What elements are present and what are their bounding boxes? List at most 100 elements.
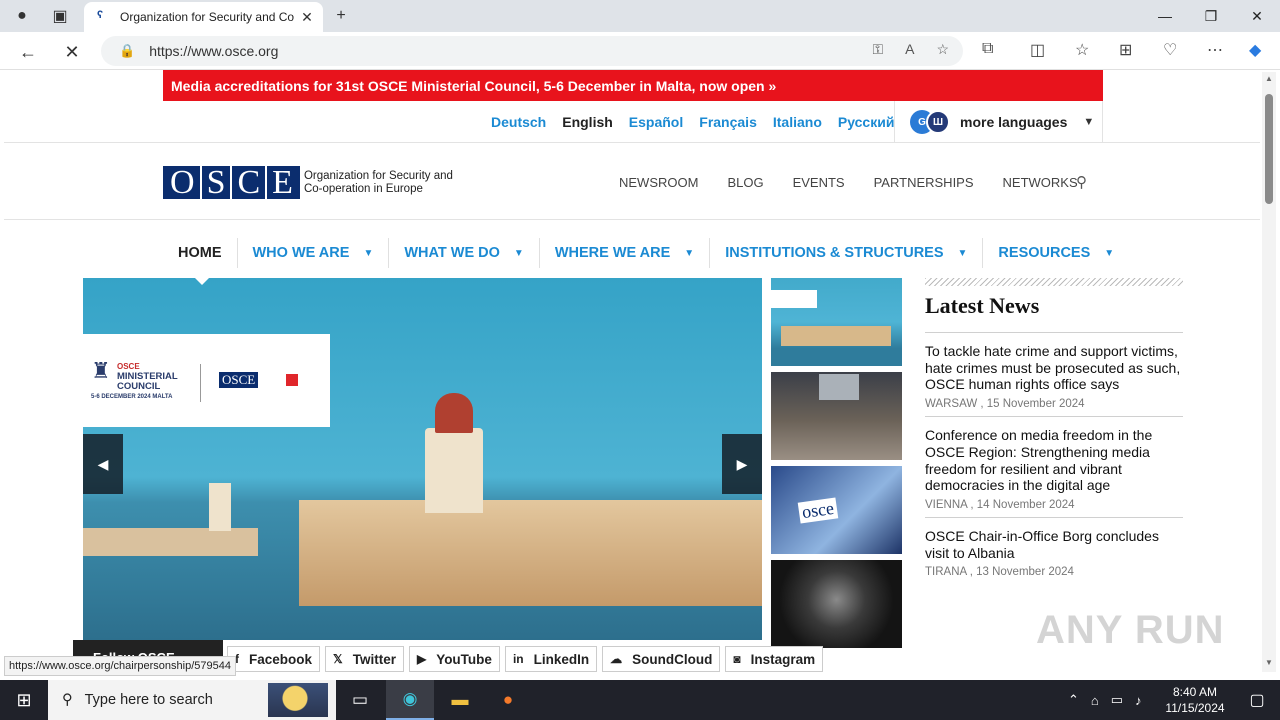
- news-meta: VIENNA , 14 November 2024: [925, 498, 1075, 511]
- page-scrollbar[interactable]: ▲ ▼: [1262, 72, 1276, 672]
- thumbnail-portrait[interactable]: [771, 560, 902, 648]
- lock-icon[interactable]: 🔒: [119, 43, 135, 59]
- news-meta: WARSAW , 15 November 2024: [925, 398, 1085, 411]
- carousel-prev-button[interactable]: ◀: [83, 434, 123, 494]
- extensions-icon[interactable]: ⧉: [982, 40, 1030, 60]
- ministerial-council-title: OSCE MINISTERIAL COUNCIL: [117, 362, 178, 392]
- mainnav-home[interactable]: HOME: [166, 238, 237, 268]
- search-icon[interactable]: ⚲: [1076, 173, 1087, 191]
- mainnav-institutions[interactable]: INSTITUTIONS & STRUCTURES ▼: [709, 238, 982, 268]
- firefox-icon[interactable]: ●: [484, 680, 532, 720]
- key-icon[interactable]: ⚿: [872, 41, 883, 58]
- favorite-star-icon[interactable]: ☆: [936, 41, 949, 58]
- lang-espanol[interactable]: Español: [629, 114, 683, 130]
- mainnav-what-we-do[interactable]: WHAT WE DO ▼: [388, 238, 538, 268]
- language-bar: Deutsch English Español Français Italian…: [4, 101, 1260, 143]
- scroll-down-icon[interactable]: ▼: [1265, 658, 1273, 667]
- caret-down-icon: ▼: [957, 247, 968, 259]
- close-tab-icon[interactable]: ✕: [299, 9, 315, 26]
- device-icon[interactable]: ⌂: [1091, 693, 1099, 708]
- thumbnail-malta-lighthouse[interactable]: [771, 278, 902, 366]
- minimize-icon[interactable]: —: [1142, 0, 1188, 32]
- twitter-link[interactable]: 𝕏 Twitter: [325, 646, 404, 672]
- search-icon: ⚲: [62, 692, 73, 708]
- profile-icon[interactable]: ●: [10, 4, 34, 28]
- scrollbar-thumb[interactable]: [1265, 94, 1273, 204]
- ministerial-council-card: ♜ OSCE MINISTERIAL COUNCIL 5-6 DECEMBER …: [83, 334, 330, 427]
- network-icon[interactable]: ▭: [1111, 692, 1123, 708]
- nav-networks[interactable]: NETWORKS: [1003, 175, 1078, 190]
- news-title[interactable]: To tackle hate crime and support victims…: [925, 343, 1183, 393]
- news-meta: TIRANA , 13 November 2024: [925, 566, 1074, 579]
- chevron-up-icon[interactable]: ⌃: [1068, 692, 1079, 708]
- file-explorer-icon[interactable]: ▬: [436, 680, 484, 720]
- soundcloud-link[interactable]: ☁ SoundCloud: [602, 646, 721, 672]
- news-item[interactable]: To tackle hate crime and support victims…: [925, 333, 1183, 418]
- more-languages-dropdown[interactable]: G Ш more languages ▼: [910, 110, 1094, 134]
- taskbar-clock[interactable]: 8:40 AM 11/15/2024: [1160, 684, 1230, 716]
- mainnav-who-we-are[interactable]: WHO WE ARE ▼: [236, 238, 389, 268]
- carousel-next-button[interactable]: ▶: [722, 434, 762, 494]
- news-title[interactable]: OSCE Chair-in-Office Borg concludes visi…: [925, 528, 1183, 561]
- lang-italiano[interactable]: Italiano: [773, 114, 822, 130]
- carousel-thumbnails: osce: [771, 278, 902, 654]
- caret-down-icon: ▼: [684, 247, 695, 259]
- restore-icon[interactable]: ❐: [1188, 0, 1234, 32]
- news-item[interactable]: Conference on media freedom in the OSCE …: [925, 417, 1183, 518]
- facebook-link[interactable]: f Facebook: [227, 646, 321, 672]
- lang-francais[interactable]: Français: [699, 114, 757, 130]
- stop-loading-icon[interactable]: ✕: [58, 38, 86, 66]
- news-item[interactable]: OSCE Chair-in-Office Borg concludes visi…: [925, 518, 1183, 584]
- lang-russian[interactable]: Русский: [838, 114, 895, 130]
- osce-logo-text: Organization for Security and Co-operati…: [303, 170, 453, 195]
- close-window-icon[interactable]: ✕: [1234, 0, 1280, 32]
- lighthouse-tower: [425, 428, 483, 513]
- edge-browser-icon[interactable]: ◉: [386, 680, 434, 720]
- media-accreditation-banner[interactable]: Media accreditations for 31st OSCE Minis…: [163, 70, 1103, 101]
- more-menu-icon[interactable]: ⋯: [1207, 40, 1249, 60]
- hero-carousel[interactable]: ♜ OSCE MINISTERIAL COUNCIL 5-6 DECEMBER …: [83, 278, 762, 640]
- split-screen-icon[interactable]: ◫: [1030, 40, 1075, 60]
- nav-newsroom[interactable]: NEWSROOM: [619, 175, 698, 190]
- linkedin-link[interactable]: in LinkedIn: [504, 646, 598, 672]
- latest-news: Latest News To tackle hate crime and sup…: [925, 278, 1183, 584]
- ministerial-council-date: 5-6 DECEMBER 2024 MALTA: [91, 394, 173, 400]
- lang-deutsch[interactable]: Deutsch: [491, 114, 546, 130]
- osce-logo[interactable]: OSCE Organization for Security and Co-op…: [163, 166, 453, 200]
- linkedin-icon: in: [512, 652, 524, 666]
- windows-start-icon[interactable]: ⊞: [0, 680, 48, 720]
- lang-english[interactable]: English: [562, 114, 613, 130]
- task-view-icon[interactable]: ▭: [336, 680, 384, 720]
- clock-time: 8:40 AM: [1172, 685, 1218, 699]
- volume-icon[interactable]: ♪: [1135, 693, 1142, 708]
- divider: [1102, 101, 1103, 143]
- new-tab-icon[interactable]: +: [329, 4, 353, 28]
- youtube-icon: ▶: [416, 652, 427, 666]
- favorites-icon[interactable]: ☆: [1075, 40, 1119, 60]
- youtube-link[interactable]: ▶ YouTube: [408, 646, 500, 672]
- tab-actions-icon[interactable]: ▣: [48, 4, 72, 28]
- social-links: f Facebook 𝕏 Twitter ▶ YouTube in LinkedIn ☁…: [227, 646, 824, 672]
- read-aloud-icon[interactable]: A: [905, 41, 914, 58]
- collections-icon[interactable]: ⊞: [1119, 40, 1163, 60]
- nav-blog[interactable]: BLOG: [727, 175, 763, 190]
- address-bar[interactable]: 🔒 https://www.osce.org ⚿ A ☆: [101, 36, 963, 66]
- scroll-up-icon[interactable]: ▲: [1265, 74, 1273, 83]
- notification-icon[interactable]: ▢: [1234, 680, 1280, 720]
- back-icon[interactable]: ←: [14, 38, 42, 66]
- lighthouse-logo-icon: ♜: [91, 358, 111, 383]
- active-tab[interactable]: ʕ Organization for Security and Co ✕: [84, 2, 323, 32]
- divider: [894, 101, 895, 143]
- thumbnail-osce-sign[interactable]: osce: [771, 466, 902, 554]
- mainnav-resources[interactable]: RESOURCES ▼: [982, 238, 1129, 268]
- nav-events[interactable]: EVENTS: [793, 175, 845, 190]
- news-title[interactable]: Conference on media freedom in the OSCE …: [925, 427, 1183, 494]
- main-navigation: HOME WHO WE ARE ▼ WHAT WE DO ▼ WHERE WE AR…: [166, 238, 1129, 268]
- browser-essentials-icon[interactable]: ♡: [1163, 40, 1207, 60]
- thumbnail-conference-room[interactable]: [771, 372, 902, 460]
- nav-partnerships[interactable]: PARTNERSHIPS: [874, 175, 974, 190]
- taskbar-search[interactable]: ⚲ Type here to search: [48, 680, 336, 720]
- mainnav-where-we-are[interactable]: WHERE WE ARE ▼: [538, 238, 709, 268]
- instagram-link[interactable]: ◙ Instagram: [725, 646, 824, 672]
- copilot-icon[interactable]: ◆: [1249, 40, 1269, 60]
